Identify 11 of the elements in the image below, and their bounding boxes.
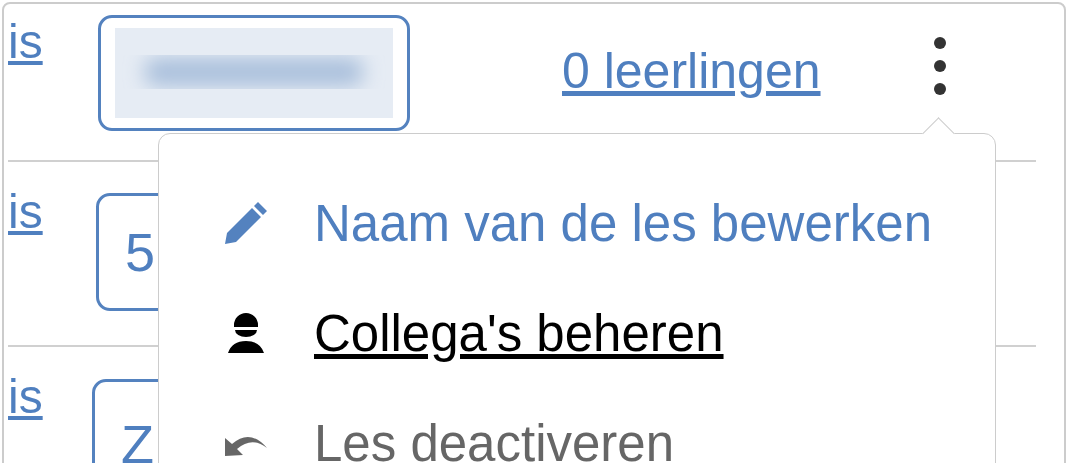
class-link[interactable]: is [8,369,98,424]
menu-item[interactable]: Collega's beheren [159,303,995,363]
class-link[interactable]: is [8,14,98,69]
more-options-icon[interactable] [932,36,947,96]
class-code: Z [121,413,154,463]
menu-item[interactable]: Les deactiveren [159,413,995,463]
class-code: 5 [125,221,156,283]
menu-item[interactable]: Naam van de les bewerken [159,193,995,253]
students-link[interactable]: 0 leerlingen [562,42,821,100]
class-link[interactable]: is [8,184,98,239]
pencil-icon [222,199,270,247]
